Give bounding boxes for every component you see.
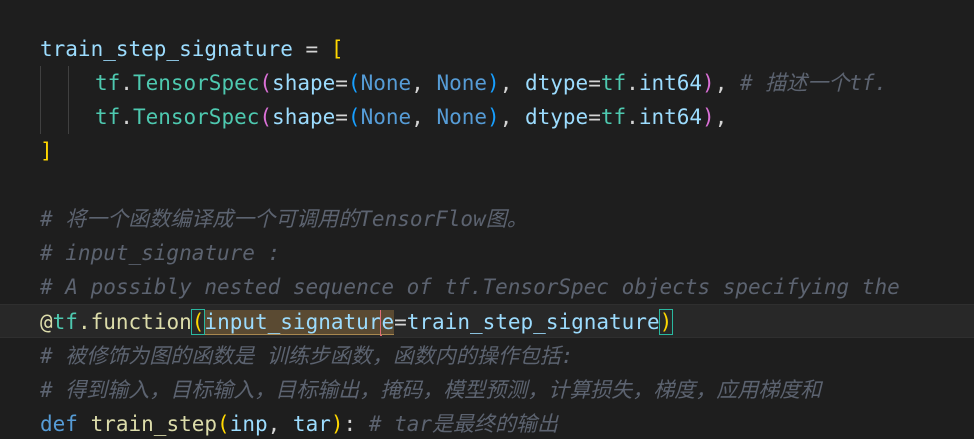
code-line-4[interactable]: ] (40, 134, 53, 168)
token-comment: # 描述一个tf. (739, 71, 888, 95)
token-constant: None (360, 105, 412, 129)
token-variable: train_step_signature (406, 310, 660, 334)
token-bracket: [ (330, 37, 344, 61)
token-comma: , (714, 105, 728, 129)
token-param: shape (272, 71, 336, 95)
code-line-6-comment[interactable]: # 将一个函数编译成一个可调用的TensorFlow图。 (40, 202, 528, 236)
token-bracket: ) (487, 105, 500, 129)
token-variable: train_step_signature (40, 37, 293, 61)
token-bracket-match: ( (190, 309, 206, 335)
token-colon: : (343, 412, 369, 436)
token-module: tf (95, 105, 121, 129)
code-line-1[interactable]: train_step_signature = [ (40, 32, 343, 66)
token-bracket: ( (259, 105, 273, 129)
code-line-12[interactable]: def train_step(inp, tar): # tar是最终的输出 (40, 407, 558, 439)
token-decorator-at: @ (40, 310, 53, 334)
token-param-highlight-end: e (381, 310, 395, 335)
token-attribute: int64 (638, 71, 703, 95)
token-bracket: ( (347, 71, 361, 95)
token-module: tf (600, 71, 627, 95)
token-dot: . (626, 105, 639, 129)
token-comma: , (267, 412, 293, 436)
token-comma: , (499, 105, 525, 129)
token-constant: None (360, 71, 412, 95)
token-comma: , (714, 71, 740, 95)
token-module: tf (600, 105, 627, 129)
token-comma: , (411, 105, 437, 129)
code-line-7-comment[interactable]: # input_signature : (40, 236, 280, 270)
token-bracket: ) (487, 71, 500, 95)
code-editor[interactable]: train_step_signature = [ tf.TensorSpec(s… (0, 0, 974, 439)
token-bracket: ) (702, 105, 715, 129)
token-param: shape (272, 105, 336, 129)
token-attribute: int64 (638, 105, 703, 129)
token-bracket: ( (347, 105, 361, 129)
token-operator: = (335, 105, 348, 129)
token-comma: , (411, 71, 437, 95)
token-dot: . (626, 71, 639, 95)
code-line-8-comment[interactable]: # A possibly nested sequence of tf.Tenso… (40, 270, 900, 304)
token-operator: = (292, 37, 331, 61)
token-operator: = (588, 71, 601, 95)
token-bracket: ) (702, 71, 715, 95)
code-line-9-current[interactable]: @tf.function(input_signature=train_step_… (0, 304, 974, 338)
token-module: tf (95, 71, 121, 95)
token-module: tf (52, 310, 78, 334)
token-function: function (90, 310, 192, 334)
token-comma: , (499, 71, 525, 95)
token-constant: None (436, 71, 488, 95)
code-line-11-comment[interactable]: # 得到输入，目标输入，目标输出，掩码，模型预测，计算损失，梯度，应用梯度和 (40, 373, 821, 407)
token-bracket: ) (330, 412, 344, 436)
token-param: inp (229, 412, 268, 436)
token-dot: . (120, 71, 133, 95)
code-line-3[interactable]: tf.TensorSpec(shape=(None, None), dtype=… (95, 100, 727, 134)
token-param: dtype (524, 71, 589, 95)
token-operator: = (335, 71, 348, 95)
token-bracket: ] (40, 139, 53, 163)
token-dot: . (77, 310, 91, 334)
token-bracket: ( (259, 71, 273, 95)
token-keyword: def (40, 412, 78, 436)
token-param: tar (292, 412, 331, 436)
token-operator: = (588, 105, 601, 129)
token-operator: = (394, 310, 407, 334)
token-param: dtype (524, 105, 589, 129)
token-class: TensorSpec (132, 105, 260, 129)
token-class: TensorSpec (132, 71, 260, 95)
code-line-10-comment[interactable]: # 被修饰为图的函数是 训练步函数，函数内的操作包括: (40, 339, 574, 373)
token-bracket: ( (217, 412, 230, 436)
token-param-highlight: input_signatur (204, 310, 382, 335)
indent-guide (40, 66, 41, 134)
token-function: train_step (90, 412, 218, 436)
token-dot: . (120, 105, 133, 129)
token-comment: # tar是最终的输出 (368, 412, 559, 436)
token-bracket-match: ) (658, 309, 674, 335)
code-line-2[interactable]: tf.TensorSpec(shape=(None, None), dtype=… (95, 66, 887, 100)
indent-guide (68, 66, 69, 134)
token-constant: None (436, 105, 488, 129)
